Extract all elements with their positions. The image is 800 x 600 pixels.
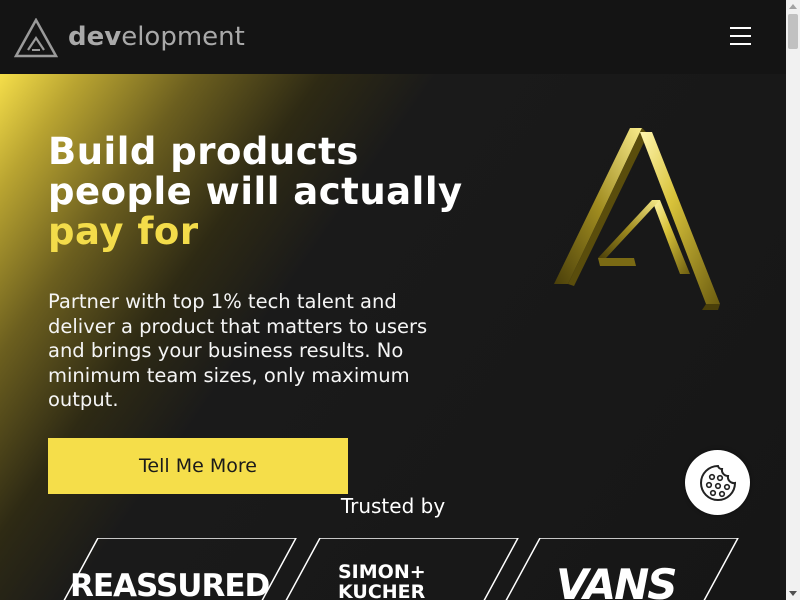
brand-card-reassured: REASSURED xyxy=(60,538,300,600)
site-header: development xyxy=(0,0,786,74)
hero-subtitle: Partner with top 1% tech talent and deli… xyxy=(48,290,428,411)
hero-title-line-1: Build products xyxy=(48,130,359,173)
triangle-a-logo-icon[interactable] xyxy=(14,18,58,58)
tell-me-more-button[interactable]: Tell Me More xyxy=(48,438,348,494)
brand-wordmark-bold: dev xyxy=(68,22,122,52)
vertical-scrollbar[interactable] xyxy=(786,0,800,600)
hero-title-accent: pay for xyxy=(48,210,199,253)
brand-logo-vans: VANS xyxy=(556,560,678,600)
brand-logo-reassured: REASSURED xyxy=(70,568,270,600)
cookie-icon xyxy=(699,464,736,501)
hero-title: Build products people will actually pay … xyxy=(48,132,488,252)
hero-title-line-2: people will actually xyxy=(48,170,463,213)
trusted-by-heading: Trusted by xyxy=(340,494,446,518)
brand-card-simon-kucher: SIMON+ KUCHER xyxy=(282,538,522,600)
brand-card-vans: VANS xyxy=(502,538,742,600)
hero-section: Build products people will actually pay … xyxy=(0,74,786,600)
hamburger-menu-icon[interactable] xyxy=(730,26,752,46)
cookie-settings-button[interactable] xyxy=(685,450,750,515)
golden-triangle-a-icon xyxy=(554,128,720,310)
scroll-down-arrow-icon[interactable] xyxy=(789,591,797,596)
scroll-up-arrow-icon[interactable] xyxy=(789,4,797,9)
scroll-thumb[interactable] xyxy=(788,14,798,49)
brand-logo-simon-kucher: SIMON+ KUCHER xyxy=(338,561,426,600)
brand-wordmark[interactable]: development xyxy=(68,22,245,52)
brand-wordmark-rest: elopment xyxy=(121,22,245,52)
